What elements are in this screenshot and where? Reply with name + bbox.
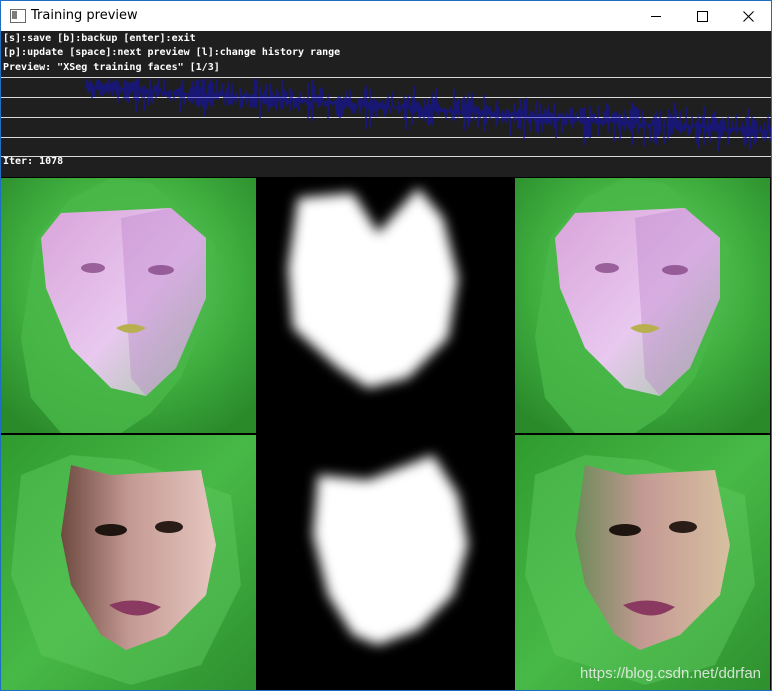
training-preview-window: Training preview [s]:save [b]:backup [en…	[0, 0, 772, 691]
app-window-icon	[10, 9, 26, 23]
title-bar[interactable]: Training preview	[1, 1, 771, 31]
preview-overlay-1	[515, 178, 770, 433]
preview-name-line: Preview: "XSeg training faces" [1/3]	[3, 62, 220, 73]
help-keys-line-1: [s]:save [b]:backup [enter]:exit	[3, 33, 196, 44]
loss-history-graph	[1, 77, 771, 157]
preview-mask-2	[258, 435, 513, 690]
preview-grid: https://blog.csdn.net/ddrfan	[1, 178, 771, 690]
preview-input-face-1	[1, 178, 256, 433]
window-title: Training preview	[31, 8, 138, 23]
close-icon	[742, 10, 754, 22]
info-panel: [s]:save [b]:backup [enter]:exit [p]:upd…	[1, 31, 771, 177]
maximize-icon	[696, 10, 708, 22]
preview-mask-1	[258, 178, 513, 433]
preview-overlay-2	[515, 435, 770, 690]
close-button[interactable]	[725, 1, 771, 31]
maximize-button[interactable]	[679, 1, 725, 31]
iteration-counter: Iter: 1078	[3, 156, 64, 167]
preview-input-face-2	[1, 435, 256, 690]
loss-trace	[85, 79, 771, 152]
minimize-button[interactable]	[633, 1, 679, 31]
help-keys-line-2: [p]:update [space]:next preview [l]:chan…	[3, 47, 341, 58]
watermark-text: https://blog.csdn.net/ddrfan	[580, 665, 761, 682]
minimize-icon	[651, 15, 661, 17]
